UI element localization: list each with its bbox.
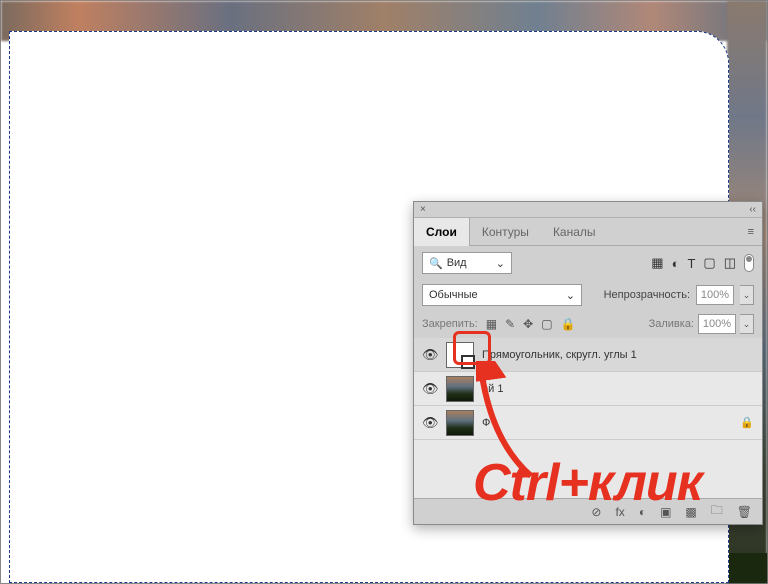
layer-row[interactable]: 👁 Ф 🔒 <box>414 406 762 440</box>
layers-panel: × ‹‹ Слои Контуры Каналы ≡ 🔍 Вид ⌄ ▦ ◐ T… <box>413 201 763 525</box>
fx-icon[interactable]: fx <box>615 505 624 519</box>
panel-menu-icon[interactable]: ≡ <box>740 226 762 238</box>
layer-name: Прямоугольник, скругл. углы 1 <box>482 349 637 361</box>
lock-label: Закрепить: <box>422 318 478 330</box>
layer-row[interactable]: 👁 ой 1 <box>414 372 762 406</box>
filter-row: 🔍 Вид ⌄ ▦ ◐ T ▢ ◫ <box>414 246 762 280</box>
layer-row[interactable]: 👁 Прямоугольник, скругл. углы 1 <box>414 338 762 372</box>
group-icon[interactable]: ▩ <box>685 505 696 519</box>
search-icon: 🔍 <box>429 257 443 270</box>
layer-thumbnail[interactable] <box>446 410 474 436</box>
tab-paths[interactable]: Контуры <box>470 218 541 246</box>
visibility-eye-icon[interactable]: 👁 <box>422 347 438 363</box>
layer-name: ой 1 <box>482 383 503 395</box>
tab-channels[interactable]: Каналы <box>541 218 608 246</box>
filter-smart-icon[interactable]: ◫ <box>724 255 736 271</box>
layer-name: Ф <box>482 417 490 429</box>
filter-type-icon[interactable]: T <box>687 256 695 271</box>
panel-tabs: Слои Контуры Каналы ≡ <box>414 218 762 246</box>
tab-layers[interactable]: Слои <box>414 218 470 246</box>
blend-mode-value: Обычные <box>429 289 478 301</box>
fill-label: Заливка: <box>649 318 694 330</box>
collapse-icon[interactable]: ‹‹ <box>749 204 756 215</box>
panel-bottom: ⊘ fx ◐ ▣ ▩ 🗀 🗑 <box>414 498 762 524</box>
chevron-down-icon: ⌄ <box>566 289 575 302</box>
filter-shape-icon[interactable]: ▢ <box>703 255 715 271</box>
filter-adjust-icon[interactable]: ◐ <box>672 256 680 271</box>
panel-header: × ‹‹ <box>414 202 762 218</box>
link-icon[interactable]: ⊘ <box>591 505 601 519</box>
visibility-eye-icon[interactable]: 👁 <box>422 381 438 397</box>
lock-position-icon[interactable]: ✥ <box>523 317 533 331</box>
lock-row: Закрепить: ▦ ✎ ✥ ▢ 🔒 Заливка: 100% ⌄ <box>414 310 762 338</box>
mask-icon[interactable]: ◐ <box>639 505 646 519</box>
lock-transparent-icon[interactable]: ▦ <box>486 317 497 331</box>
fill-value[interactable]: 100% <box>698 314 736 334</box>
filter-toggle[interactable] <box>744 254 754 272</box>
trash-icon[interactable]: 🗑 <box>737 505 752 519</box>
filter-kind-label: Вид <box>447 257 467 269</box>
lock-icons: ▦ ✎ ✥ ▢ 🔒 <box>486 317 576 331</box>
filter-kind-select[interactable]: 🔍 Вид ⌄ <box>422 252 512 274</box>
blend-row: Обычные ⌄ Непрозрачность: 100% ⌄ <box>414 280 762 310</box>
adjustment-icon[interactable]: ▣ <box>660 505 671 519</box>
close-icon[interactable]: × <box>420 204 426 215</box>
layers-list: 👁 Прямоугольник, скругл. углы 1 👁 ой 1 👁… <box>414 338 762 498</box>
visibility-eye-icon[interactable]: 👁 <box>422 415 438 431</box>
opacity-chevron[interactable]: ⌄ <box>740 285 754 305</box>
lock-all-icon[interactable]: 🔒 <box>561 317 576 331</box>
filter-pixel-icon[interactable]: ▦ <box>651 255 663 271</box>
lock-icon: 🔒 <box>740 416 754 429</box>
lock-pixels-icon[interactable]: ✎ <box>505 317 515 331</box>
opacity-value[interactable]: 100% <box>696 285 734 305</box>
fill-chevron[interactable]: ⌄ <box>740 314 754 334</box>
lock-artboard-icon[interactable]: ▢ <box>541 317 552 331</box>
chevron-down-icon: ⌄ <box>496 257 505 270</box>
opacity-label: Непрозрачность: <box>604 289 690 301</box>
layer-thumbnail[interactable] <box>446 342 474 368</box>
blend-mode-select[interactable]: Обычные ⌄ <box>422 284 582 306</box>
layer-thumbnail[interactable] <box>446 376 474 402</box>
new-layer-icon[interactable]: 🗀 <box>711 501 723 522</box>
filter-icons: ▦ ◐ T ▢ ◫ <box>651 254 754 272</box>
